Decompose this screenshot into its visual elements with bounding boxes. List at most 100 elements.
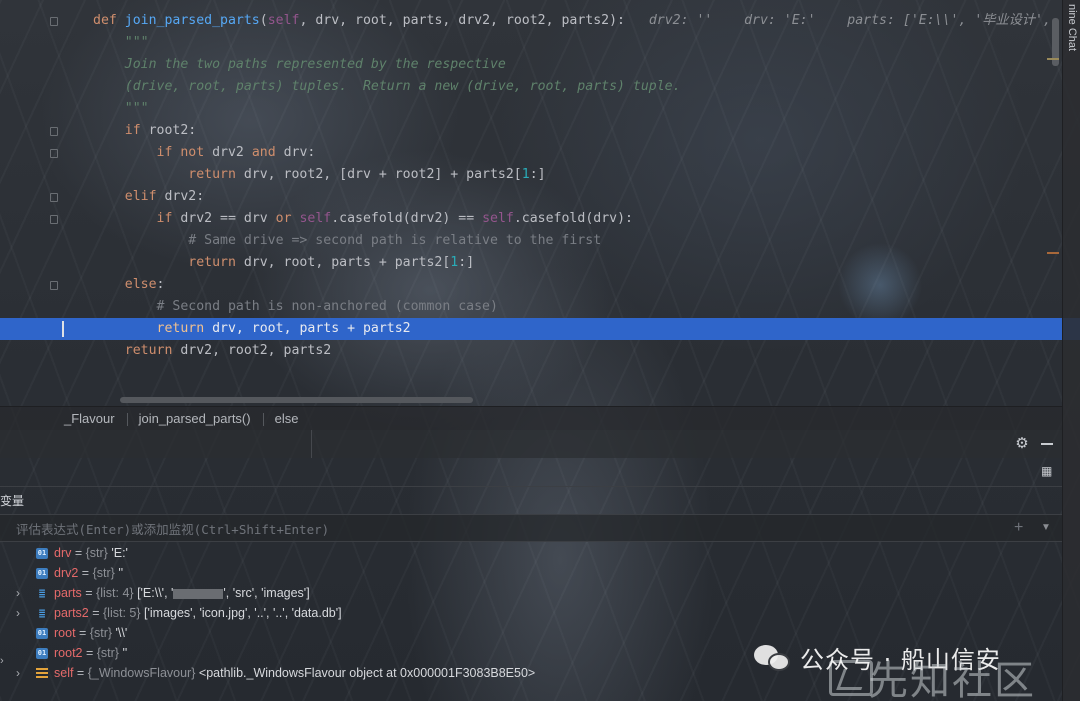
code-token: return — [188, 255, 244, 270]
variable-name: parts2 = {list: 5} ['images', 'icon.jpg'… — [54, 606, 342, 620]
code-line-current[interactable]: return drv, root, parts + parts2 — [0, 318, 1080, 340]
chevron-down-icon[interactable]: ▼ — [1041, 522, 1051, 533]
fold-marker-icon[interactable] — [50, 149, 58, 158]
code-token: else — [124, 277, 157, 292]
code-token: self — [299, 211, 332, 226]
code-token: return — [124, 343, 181, 358]
code-line[interactable]: if root2: — [62, 120, 1052, 142]
code-token: # Same drive => second path is relative … — [93, 233, 602, 248]
fold-marker-icon[interactable] — [50, 193, 58, 202]
variable-row[interactable]: › ≣ parts = {list: 4} ['E:\\', ' ', 'src', … — [0, 583, 1062, 603]
code-token: ( — [259, 13, 268, 28]
code-token: :] — [458, 255, 475, 270]
code-token: """ — [93, 101, 149, 116]
variable-name: drv = {str} 'E:' — [54, 546, 128, 560]
scroll-marker — [1047, 58, 1059, 60]
code-line[interactable]: return drv, root, parts + parts2[1:] — [62, 252, 1052, 274]
code-token: self — [267, 13, 300, 28]
code-line[interactable]: """ — [62, 32, 1052, 54]
code-token: def — [93, 13, 125, 28]
text-caret — [62, 321, 64, 337]
add-watch-button[interactable]: + — [1014, 519, 1023, 537]
fold-marker-icon[interactable] — [50, 127, 58, 136]
code-token: drv2: '' drv: 'E:' parts: ['E:\\', '毕业设计… — [640, 13, 1059, 28]
code-line[interactable]: return drv2, root2, parts2 — [62, 340, 1052, 362]
variable-row[interactable]: 01 drv = {str} 'E:' — [0, 543, 1062, 563]
collapse-icon[interactable]: › — [0, 655, 4, 667]
code-line[interactable]: # Same drive => second path is relative … — [62, 230, 1052, 252]
expand-icon[interactable]: › — [16, 663, 26, 683]
variables-header: 变量 — [0, 486, 1062, 514]
code-token: and — [251, 145, 284, 160]
variable-value: 'E:' — [111, 546, 128, 560]
breadcrumb-item-block[interactable]: else — [262, 411, 311, 426]
code-line[interactable]: """ — [62, 98, 1052, 120]
expand-icon[interactable]: › — [16, 603, 26, 623]
fold-marker-icon[interactable] — [50, 281, 58, 290]
layout-icon[interactable]: ▦ — [1041, 464, 1055, 478]
code-token: root2: — [148, 123, 197, 138]
code-token: if not — [156, 145, 213, 160]
code-line[interactable]: if drv2 == drv or self.casefold(drv2) ==… — [62, 208, 1052, 230]
code-line[interactable]: Join the two paths represented by the re… — [62, 54, 1052, 76]
variable-row[interactable]: 01 drv2 = {str} '' — [0, 563, 1062, 583]
code-token: : — [156, 277, 165, 292]
code-line[interactable]: def join_parsed_parts(self, drv, root, p… — [62, 10, 1052, 32]
primitive-type-icon: 01 — [36, 628, 48, 639]
variable-type: {str} — [89, 626, 113, 640]
code-token: self — [482, 211, 514, 226]
evaluate-expression-input[interactable] — [16, 519, 996, 539]
gear-icon[interactable]: ⚙ — [1013, 435, 1031, 453]
variable-value: '\\' — [115, 626, 128, 640]
redacted-text — [173, 588, 224, 599]
code-line[interactable]: (drive, root, parts) tuples. Return a ne… — [62, 76, 1052, 98]
code-token: join_parsed_parts — [124, 13, 260, 28]
breadcrumb-item-function[interactable]: join_parsed_parts() — [126, 411, 263, 426]
list-type-icon: ≣ — [38, 587, 46, 600]
code-line[interactable]: return drv, root2, [drv + root2] + parts… — [62, 164, 1052, 186]
variable-type: {str} — [96, 646, 119, 660]
variable-type: {list: 4} — [96, 586, 134, 600]
code-token: drv, root, parts + parts2 — [212, 321, 411, 336]
breadcrumb-item-class[interactable]: _Flavour — [0, 411, 127, 426]
code-token: drv2, root2, parts2 — [180, 343, 332, 358]
code-token: :] — [529, 167, 546, 182]
code-token: """ — [93, 35, 149, 50]
right-tool-strip: nine Chat — [1062, 0, 1080, 701]
list-type-icon: ≣ — [38, 607, 46, 620]
evaluate-expression-row: + ▼ — [0, 514, 1062, 542]
primitive-type-icon: 01 — [36, 648, 48, 659]
minimize-icon[interactable] — [1041, 443, 1053, 445]
code-token: drv, root, parts + parts2[ — [243, 255, 451, 270]
code-line[interactable]: # Second path is non-anchored (common ca… — [62, 296, 1052, 318]
primitive-type-icon: 01 — [36, 548, 48, 559]
variable-name: parts = {list: 4} ['E:\\', ' ', 'src', 'i… — [54, 586, 310, 600]
variable-value: ['E:\\', ' ', 'src', 'images'] — [137, 586, 310, 600]
variable-row[interactable]: › ≣ parts2 = {list: 5} ['images', 'icon.jp… — [0, 603, 1062, 623]
code-token: drv: — [283, 145, 316, 160]
variable-value: ['images', 'icon.jpg', '..', '..', 'data… — [144, 606, 342, 620]
variable-value: '' — [122, 646, 128, 660]
expand-icon[interactable]: › — [16, 583, 26, 603]
code-editor[interactable]: def join_parsed_parts(self, drv, root, p… — [0, 0, 1080, 400]
code-token: Join the two paths represented by the re… — [93, 57, 506, 72]
chat-tool-window-tab[interactable]: nine Chat — [1066, 4, 1078, 51]
horizontal-scrollbar[interactable] — [120, 397, 473, 403]
fold-marker-icon[interactable] — [50, 17, 58, 26]
variable-type: {_WindowsFlavour} — [87, 666, 196, 680]
scroll-marker — [1047, 252, 1059, 254]
code-token: .casefold(drv): — [513, 211, 633, 226]
code-line[interactable]: else: — [62, 274, 1052, 296]
fold-marker-icon[interactable] — [50, 215, 58, 224]
code-line[interactable]: elif drv2: — [62, 186, 1052, 208]
variables-title: 变量 — [0, 494, 25, 508]
code-line[interactable]: if not drv2 and drv: — [62, 142, 1052, 164]
